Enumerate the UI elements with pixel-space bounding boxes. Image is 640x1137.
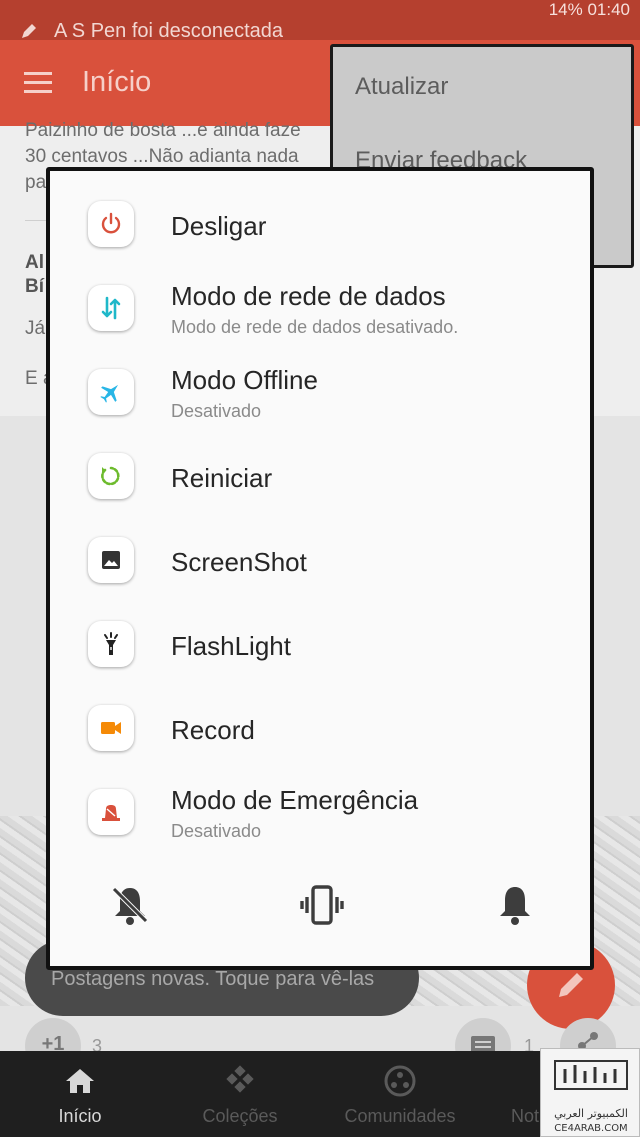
watermark-logo: الكمبيوتر العربي CE4ARAB.COM: [540, 1048, 640, 1137]
option-subtitle: Modo de rede de dados desativado.: [171, 317, 459, 337]
post-text: 30 centavos ...Não adianta nada: [25, 146, 299, 167]
post-text: pa: [25, 172, 47, 193]
menu-icon[interactable]: [24, 72, 52, 94]
post-title: Bí: [25, 276, 44, 297]
option-modo-offline[interactable]: Modo Offline Desativado: [50, 351, 590, 435]
nav-label: Comunidades: [344, 1106, 456, 1126]
watermark-arabic: الكمبيوتر العربي: [554, 1107, 628, 1120]
restart-icon: [88, 453, 134, 499]
option-modo-emergencia[interactable]: Modo de Emergência Desativado: [50, 771, 590, 855]
option-title: Desligar: [171, 211, 267, 241]
option-record[interactable]: Record: [50, 687, 590, 771]
collections-icon: [226, 1065, 254, 1093]
vibrate-icon[interactable]: [300, 883, 344, 927]
record-icon: [88, 705, 134, 751]
option-reiniciar[interactable]: Reiniciar: [50, 435, 590, 519]
sound-icon[interactable]: [493, 883, 537, 927]
option-title: Modo Offline: [171, 365, 318, 395]
flashlight-icon: [88, 621, 134, 667]
power-menu-dialog: Desligar Modo de rede de dados Modo de r…: [46, 167, 594, 970]
option-title: Modo de rede de dados: [171, 281, 446, 311]
option-title: Reiniciar: [171, 463, 273, 493]
option-title: FlashLight: [171, 631, 291, 661]
communities-icon: [384, 1065, 416, 1097]
status-bar: A S Pen foi desconectada 14% 01:40: [0, 0, 640, 42]
emergency-icon: [88, 789, 134, 835]
status-battery-time: 14% 01:40: [548, 0, 630, 19]
post-text: Paizinho de bosta ...e ainda faze: [25, 120, 301, 141]
mobile-data-icon: [88, 285, 134, 331]
screenshot-icon: [88, 537, 134, 583]
page-title: Início: [82, 66, 152, 98]
power-icon: [88, 201, 134, 247]
option-screenshot[interactable]: ScreenShot: [50, 519, 590, 603]
post-actions: +1 3 1: [0, 1018, 640, 1074]
watermark-url: CE4ARAB.COM: [554, 1123, 628, 1134]
nav-label: Coleções: [202, 1106, 278, 1126]
nav-item-inicio[interactable]: Início: [0, 1051, 160, 1137]
option-modo-rede-dados[interactable]: Modo de rede de dados Modo de rede de da…: [50, 267, 590, 351]
menu-item-atualizar[interactable]: Atualizar: [355, 73, 448, 101]
nav-item-comunidades[interactable]: Comunidades: [320, 1051, 480, 1137]
option-title: Record: [171, 715, 255, 745]
option-subtitle: Desativado: [171, 401, 262, 421]
pencil-icon: [559, 973, 583, 997]
home-icon: [66, 1069, 94, 1093]
option-desligar[interactable]: Desligar: [50, 183, 590, 267]
nav-item-colecoes[interactable]: Coleções: [160, 1051, 320, 1137]
option-title: Modo de Emergência: [171, 785, 419, 815]
pen-icon: [22, 24, 36, 38]
snackbar-text: Postagens novas. Toque para vê-las: [51, 968, 375, 990]
post-title: Al: [25, 252, 44, 273]
option-title: ScreenShot: [171, 547, 307, 577]
post-text: Já: [25, 318, 46, 339]
mute-icon[interactable]: [108, 883, 152, 927]
option-flashlight[interactable]: FlashLight: [50, 603, 590, 687]
option-subtitle: Desativado: [171, 821, 262, 841]
airplane-icon: [88, 369, 134, 415]
nav-label: Início: [58, 1106, 102, 1126]
